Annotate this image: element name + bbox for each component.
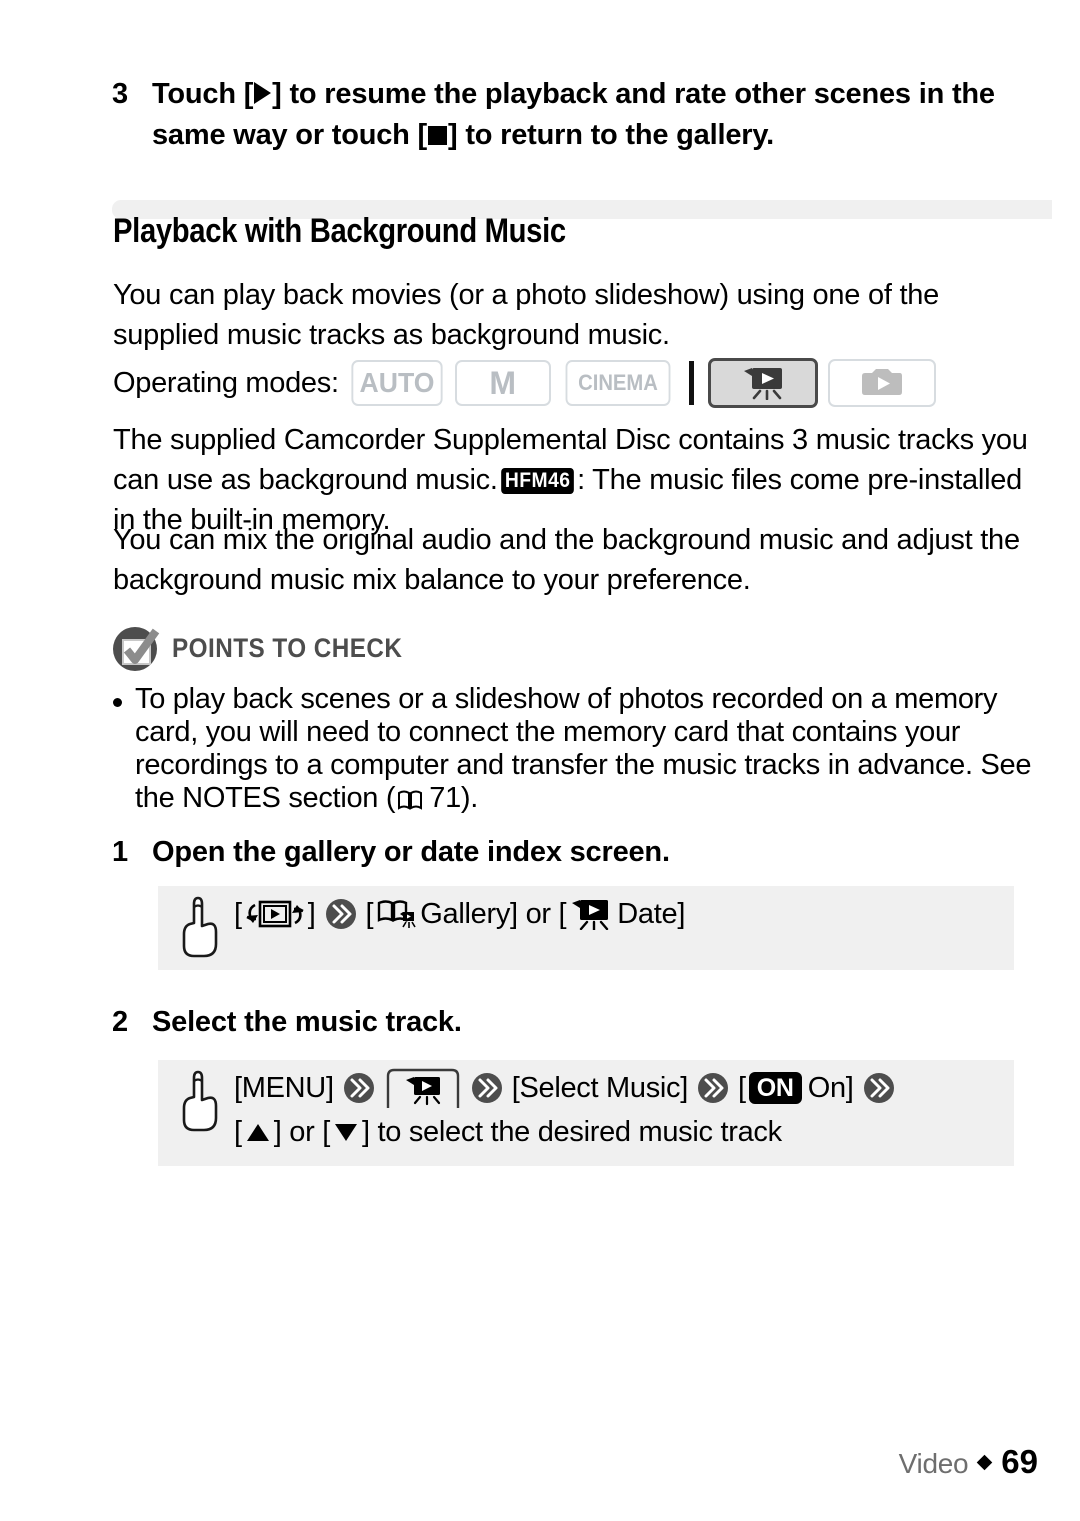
points-to-check-heading: POINTS TO CHECK [110, 622, 428, 674]
model-badge-hfm46: HFM46 [500, 468, 574, 494]
procedure-2-line-2: [ ] or [ ] to select the desired music t… [234, 1110, 904, 1154]
body-paragraph-2: You can mix the original audio and the b… [113, 524, 1020, 596]
step-number: 3 [112, 78, 129, 110]
footer-page-number: 69 [1001, 1443, 1038, 1480]
bracket-open-2: [ [365, 898, 374, 930]
step-text-part-a: Touch [ [152, 78, 254, 110]
checkbox-check-icon [110, 622, 162, 674]
select-music-label: [Select Music] [511, 1072, 689, 1104]
video-tab-icon [384, 1066, 462, 1110]
or-label: ] or [ [273, 1116, 331, 1148]
points-to-check-label: POINTS TO CHECK [172, 632, 403, 663]
manual-page: 3 Touch [] to resume the playback and ra… [0, 0, 1080, 1521]
procedure-1-lines: [ ] [Gallery] or [Date] [234, 886, 685, 936]
select-track-label: ] to select the desired music track [361, 1116, 782, 1148]
double-chevron-icon [471, 1072, 503, 1104]
step-2-title: Select the music track. [152, 1006, 462, 1038]
on-badge-label: ON [756, 1074, 794, 1102]
mode-badge-cinema-label: CINEMA [577, 370, 658, 395]
step-text: Touch [] to resume the playback and rate… [152, 74, 1012, 156]
pointing-hand-icon [176, 1068, 222, 1136]
photo-playback-icon [860, 367, 904, 399]
movie-camera-icon [568, 898, 612, 930]
step-text-part-c: ] to return to the gallery. [448, 119, 774, 151]
procedure-1-line-1: [ ] [Gallery] or [Date] [234, 892, 685, 936]
bracket-open: [ [234, 898, 242, 930]
page-footer: Video 69 [899, 1443, 1038, 1481]
date-label: Date] [617, 898, 686, 930]
mode-badge-auto-label: AUTO [359, 367, 435, 398]
double-chevron-icon [863, 1072, 895, 1104]
operating-modes-label: Operating modes: [113, 367, 339, 399]
menu-label: [MENU] [234, 1072, 334, 1104]
step-1-title: Open the gallery or date index screen. [152, 836, 670, 868]
points-to-check-bullet: To play back scenes or a slideshow of ph… [113, 683, 1048, 815]
diamond-icon [977, 1454, 993, 1470]
procedure-2-line-1: [MENU] [Select Music] [ON On] [234, 1066, 904, 1110]
double-chevron-icon [343, 1072, 375, 1104]
procedure-box-2: [MENU] [Select Music] [ON On] [] or [… [158, 1060, 1014, 1166]
double-chevron-icon [697, 1072, 729, 1104]
bullet-text-part-b: ). [460, 782, 479, 814]
open-book-icon [397, 789, 423, 811]
triangle-down-icon [333, 1121, 359, 1143]
bracket-open-on: [ [738, 1072, 746, 1104]
bullet-text-part-a: To play back scenes or a slideshow of ph… [135, 683, 1032, 814]
step-1-block: 1 Open the gallery or date index screen. [112, 833, 670, 871]
procedure-2-lines: [MENU] [Select Music] [ON On] [] or [… [234, 1060, 904, 1154]
step-2-block: 2 Select the music track. [112, 1003, 462, 1041]
intro-paragraph: You can play back movies (or a photo sli… [113, 279, 940, 351]
gallery-book-icon [376, 898, 416, 930]
on-badge: ON [748, 1072, 802, 1104]
bracket-open-up: [ [234, 1116, 242, 1148]
procedure-box-1: [ ] [Gallery] or [Date] [158, 886, 1014, 970]
on-label: On] [807, 1072, 854, 1104]
bracket-close: ] [307, 898, 316, 930]
stop-square-icon [428, 126, 447, 145]
gallery-label: Gallery] or [ [420, 898, 567, 930]
double-chevron-icon [325, 898, 357, 930]
operating-modes-row: Operating modes: AUTO M CINEMA [113, 358, 946, 408]
mode-badge-photo-playback[interactable] [827, 359, 936, 407]
triangle-up-icon [245, 1121, 271, 1143]
mode-badge-manual-label: M [489, 364, 517, 401]
mode-separator [688, 361, 694, 405]
bullet-page-number: 71 [429, 782, 461, 814]
mode-badge-movie-playback[interactable] [707, 358, 818, 408]
bullet-text: To play back scenes or a slideshow of ph… [135, 683, 1048, 815]
movie-playback-icon [740, 366, 786, 400]
step-1-number: 1 [112, 836, 129, 868]
footer-section-label: Video [898, 1448, 969, 1479]
mode-badge-cinema[interactable]: CINEMA [565, 360, 671, 406]
page-title: Playback with Background Music [113, 212, 566, 250]
playback-mode-icon [244, 897, 306, 931]
pointing-hand-icon [176, 894, 222, 962]
mode-badge-auto[interactable]: AUTO [351, 360, 443, 406]
step-3-block: 3 Touch [] to resume the playback and ra… [112, 74, 1012, 156]
bullet-dot-icon [113, 698, 122, 707]
step-2-number: 2 [112, 1006, 129, 1038]
mode-badge-manual[interactable]: M [454, 360, 551, 406]
play-triangle-icon [254, 82, 272, 104]
